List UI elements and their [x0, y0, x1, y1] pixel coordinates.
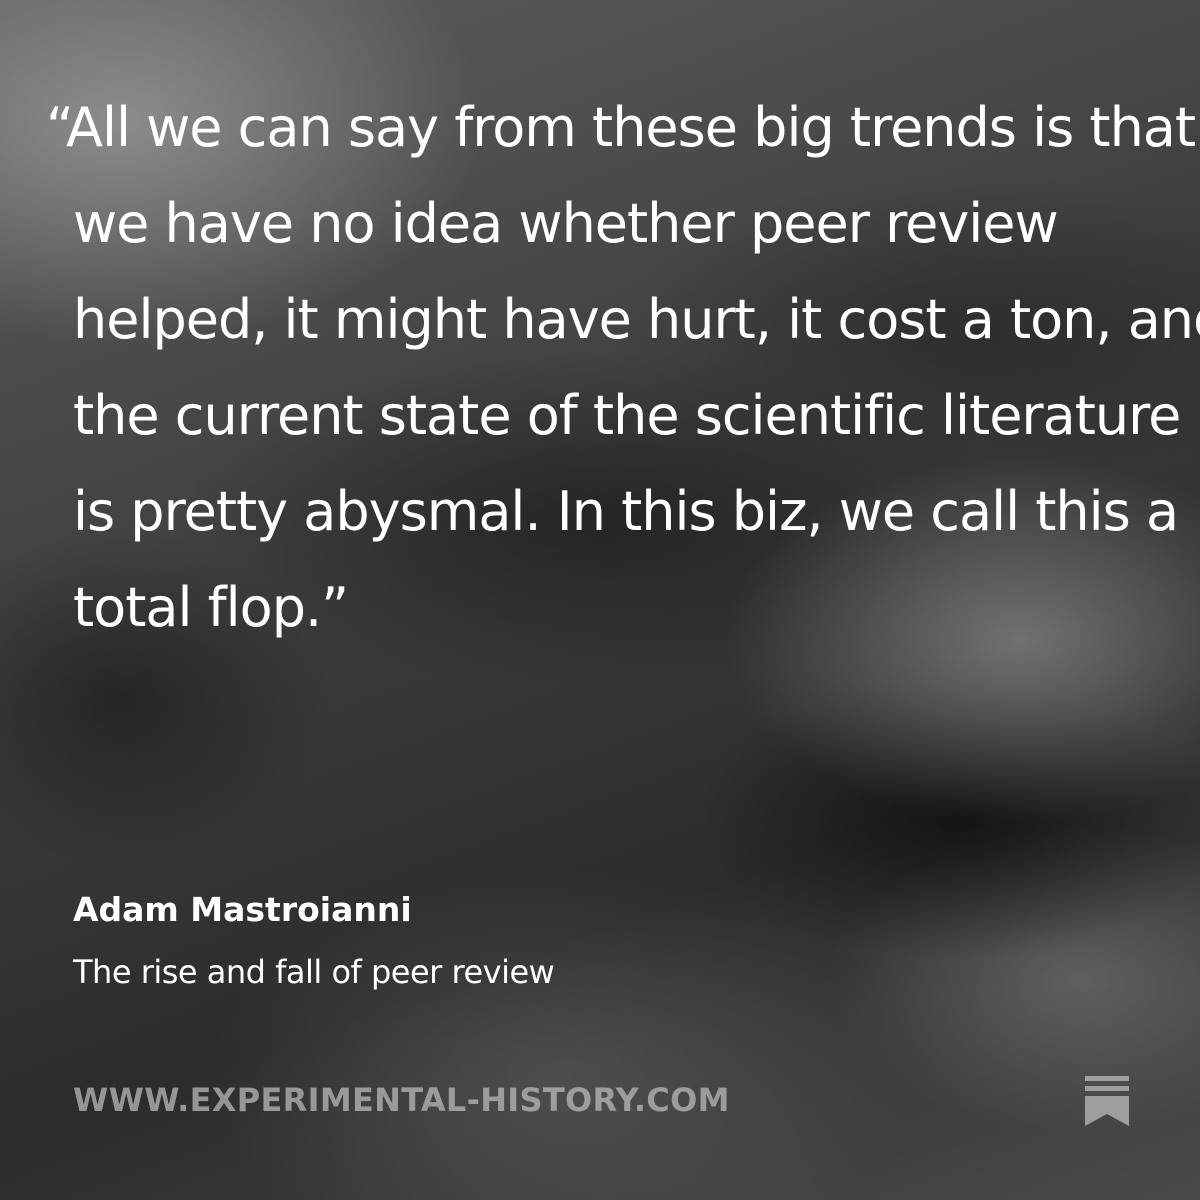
website-url: WWW.EXPERIMENTAL-HISTORY.COM [73, 1081, 730, 1119]
quote-card: “All we can say from these big trends is… [0, 0, 1200, 1200]
close-quote-mark: ” [321, 576, 349, 639]
quote-text: All we can say from these big trends is … [66, 96, 1200, 639]
open-quote-mark: “ [46, 96, 67, 159]
author-name: Adam Mastroianni [73, 890, 412, 929]
pull-quote: “All we can say from these big trends is… [0, 80, 1200, 656]
article-title: The rise and fall of peer review [73, 953, 555, 991]
substack-bookmark-icon [1085, 1076, 1129, 1126]
